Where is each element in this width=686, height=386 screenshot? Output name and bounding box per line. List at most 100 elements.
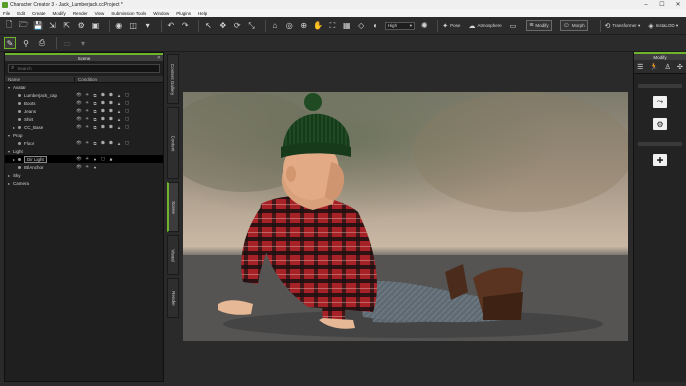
tab-render[interactable]: Render	[167, 278, 179, 318]
scene-tree-row[interactable]: Lumberjack_cap 👁 ☀ ⧉ ⬢ ⬢ ▲ ▢	[5, 91, 163, 99]
condition-toggle-icon[interactable]: ☀	[83, 140, 91, 146]
condition-toggle-icon[interactable]: ☀	[83, 92, 91, 98]
scale-icon[interactable]: ⤡	[246, 20, 256, 32]
condition-toggle-icon[interactable]: ▲	[115, 141, 123, 146]
condition-toggle-icon[interactable]: ▢	[123, 100, 131, 106]
pose-button[interactable]: ✦ Pose	[442, 22, 460, 30]
menu-edit[interactable]: Edit	[17, 11, 25, 16]
scene-tree-row[interactable]: ▸ Sky	[5, 171, 163, 179]
settings-thumbnail-slot[interactable]: ⚙	[638, 116, 682, 132]
bone-icon[interactable]: ⚲	[20, 37, 32, 49]
condition-toggle-icon[interactable]: ▢	[123, 108, 131, 114]
condition-toggle-icon[interactable]: ⬢	[99, 116, 107, 122]
condition-toggle-icon[interactable]: ⬢	[107, 140, 115, 146]
scene-tree-row[interactable]: ▸ Camera	[5, 179, 163, 187]
home-icon[interactable]: ⌂	[270, 20, 280, 32]
select-icon[interactable]: ↖	[203, 20, 213, 32]
condition-toggle-icon[interactable]: ⧉	[91, 125, 99, 130]
rotate-icon[interactable]: ⟳	[232, 20, 242, 32]
condition-toggle-icon[interactable]: ▢	[99, 156, 107, 162]
condition-toggle-icon[interactable]: ☀	[83, 116, 91, 122]
condition-toggle-icon[interactable]: ▲	[115, 101, 123, 106]
condition-toggle-icon[interactable]: ⧉	[91, 141, 99, 146]
morph-button[interactable]: ☺ Morph	[559, 20, 588, 31]
person-run-icon[interactable]: 🏃	[650, 63, 659, 71]
condition-toggle-icon[interactable]: ▲	[115, 125, 123, 130]
condition-toggle-icon[interactable]: 👁	[75, 164, 83, 170]
condition-toggle-icon[interactable]: ⬢	[99, 100, 107, 106]
condition-toggle-icon[interactable]: 👁	[75, 108, 83, 114]
condition-toggle-icon[interactable]: ⧉	[91, 109, 99, 114]
modify-section-bar[interactable]	[638, 84, 682, 88]
condition-toggle-icon[interactable]: ⬢	[99, 124, 107, 130]
redo-icon[interactable]: ↷	[180, 20, 190, 32]
sun-icon[interactable]: ✺	[419, 20, 429, 32]
scene-search-input[interactable]	[17, 66, 138, 71]
atmosphere-button[interactable]: ☁ Atmosphere	[468, 22, 501, 30]
wireframe-icon[interactable]: ◇	[356, 20, 366, 32]
person-icon[interactable]: ♙	[665, 63, 671, 71]
condition-toggle-icon[interactable]: ⬢	[107, 108, 115, 114]
condition-toggle-icon[interactable]: ▲	[115, 93, 123, 98]
move-icon[interactable]: ✥	[218, 20, 228, 32]
modify-section-bar[interactable]	[638, 142, 682, 146]
condition-toggle-icon[interactable]: ⬢	[107, 92, 115, 98]
chevron-down-icon[interactable]: ▾	[77, 37, 89, 49]
sliders-icon[interactable]: ☰	[637, 63, 643, 71]
scene-tree-row[interactable]: ▾ Prop	[5, 131, 163, 139]
condition-toggle-icon[interactable]: 👁	[75, 116, 83, 122]
scene-search-box[interactable]: ⌕	[8, 64, 160, 73]
scene-tree-row[interactable]: ▾ Avatar	[5, 83, 163, 91]
condition-toggle-icon[interactable]: ■	[107, 157, 115, 162]
condition-toggle-icon[interactable]: ☀	[83, 124, 91, 130]
condition-toggle-icon[interactable]: ▢	[123, 140, 131, 146]
shade-icon[interactable]: ◐	[370, 20, 380, 32]
menu-plugins[interactable]: Plugins	[176, 11, 191, 16]
condition-toggle-icon[interactable]: ⬢	[99, 108, 107, 114]
minimize-icon[interactable]: –	[638, 0, 654, 9]
condition-toggle-icon[interactable]: ▲	[115, 109, 123, 114]
settings-icon[interactable]: ⚙	[76, 20, 86, 32]
condition-toggle-icon[interactable]: ●	[91, 165, 99, 170]
condition-toggle-icon[interactable]: ☀	[83, 100, 91, 106]
condition-toggle-icon[interactable]: 👁	[75, 140, 83, 146]
zoom-icon[interactable]: ⊕	[298, 20, 308, 32]
menu-file[interactable]: File	[3, 11, 10, 16]
condition-toggle-icon[interactable]: ●	[91, 157, 99, 162]
condition-toggle-icon[interactable]: ▢	[123, 92, 131, 98]
menu-submission-tools[interactable]: Submission Tools	[111, 11, 146, 16]
close-icon[interactable]: ✕	[157, 55, 161, 61]
condition-toggle-icon[interactable]: ⬢	[99, 140, 107, 146]
scene-tree-row[interactable]: ▸ Dir Light 👁 ☀ ● ▢ ■	[5, 155, 163, 163]
condition-toggle-icon[interactable]: 👁	[75, 124, 83, 130]
modify-button[interactable]: ≡ Modify	[526, 20, 552, 31]
column-name[interactable]: Name	[5, 76, 75, 82]
condition-toggle-icon[interactable]: ⬢	[99, 92, 107, 98]
pose-edit-icon[interactable]: ✎	[4, 37, 16, 49]
scene-tree-row[interactable]: Jeans 👁 ☀ ⧉ ⬢ ⬢ ▲ ▢	[5, 107, 163, 115]
screenshot-icon[interactable]: ▣	[90, 20, 100, 32]
scene-tree-row[interactable]: ▸ CC_Base 👁 ☀ ⧉ ⬢ ⬢ ▲ ▢	[5, 123, 163, 131]
instalod-button[interactable]: ◈ InstaLOD ▾	[648, 22, 678, 30]
condition-toggle-icon[interactable]: ▲	[115, 117, 123, 122]
condition-toggle-icon[interactable]: ☀	[83, 108, 91, 114]
column-condition[interactable]: Condition	[75, 77, 97, 82]
close-icon[interactable]: ✕	[670, 0, 686, 9]
condition-toggle-icon[interactable]: ⬢	[107, 124, 115, 130]
tab-visual[interactable]: Visual	[167, 235, 179, 275]
tab-content-gallery[interactable]: Content Gallery	[167, 54, 179, 104]
scene-tree-row[interactable]: ▾ Light	[5, 147, 163, 155]
menu-render[interactable]: Render	[73, 11, 88, 16]
tab-scene[interactable]: Scene	[167, 182, 179, 232]
condition-toggle-icon[interactable]: 👁	[75, 156, 83, 162]
scene-tree-row[interactable]: Boots 👁 ☀ ⧉ ⬢ ⬢ ▲ ▢	[5, 99, 163, 107]
condition-toggle-icon[interactable]: ▢	[123, 124, 131, 130]
orbit-icon[interactable]: ◎	[284, 20, 294, 32]
chevron-down-icon[interactable]: ▾	[142, 20, 152, 32]
undo-icon[interactable]: ↶	[166, 20, 176, 32]
menu-modify[interactable]: Modify	[53, 11, 66, 16]
menu-view[interactable]: View	[95, 11, 105, 16]
condition-toggle-icon[interactable]: 👁	[75, 100, 83, 106]
export-icon[interactable]: ⇱	[62, 20, 72, 32]
pan-icon[interactable]: ✋	[313, 20, 323, 32]
